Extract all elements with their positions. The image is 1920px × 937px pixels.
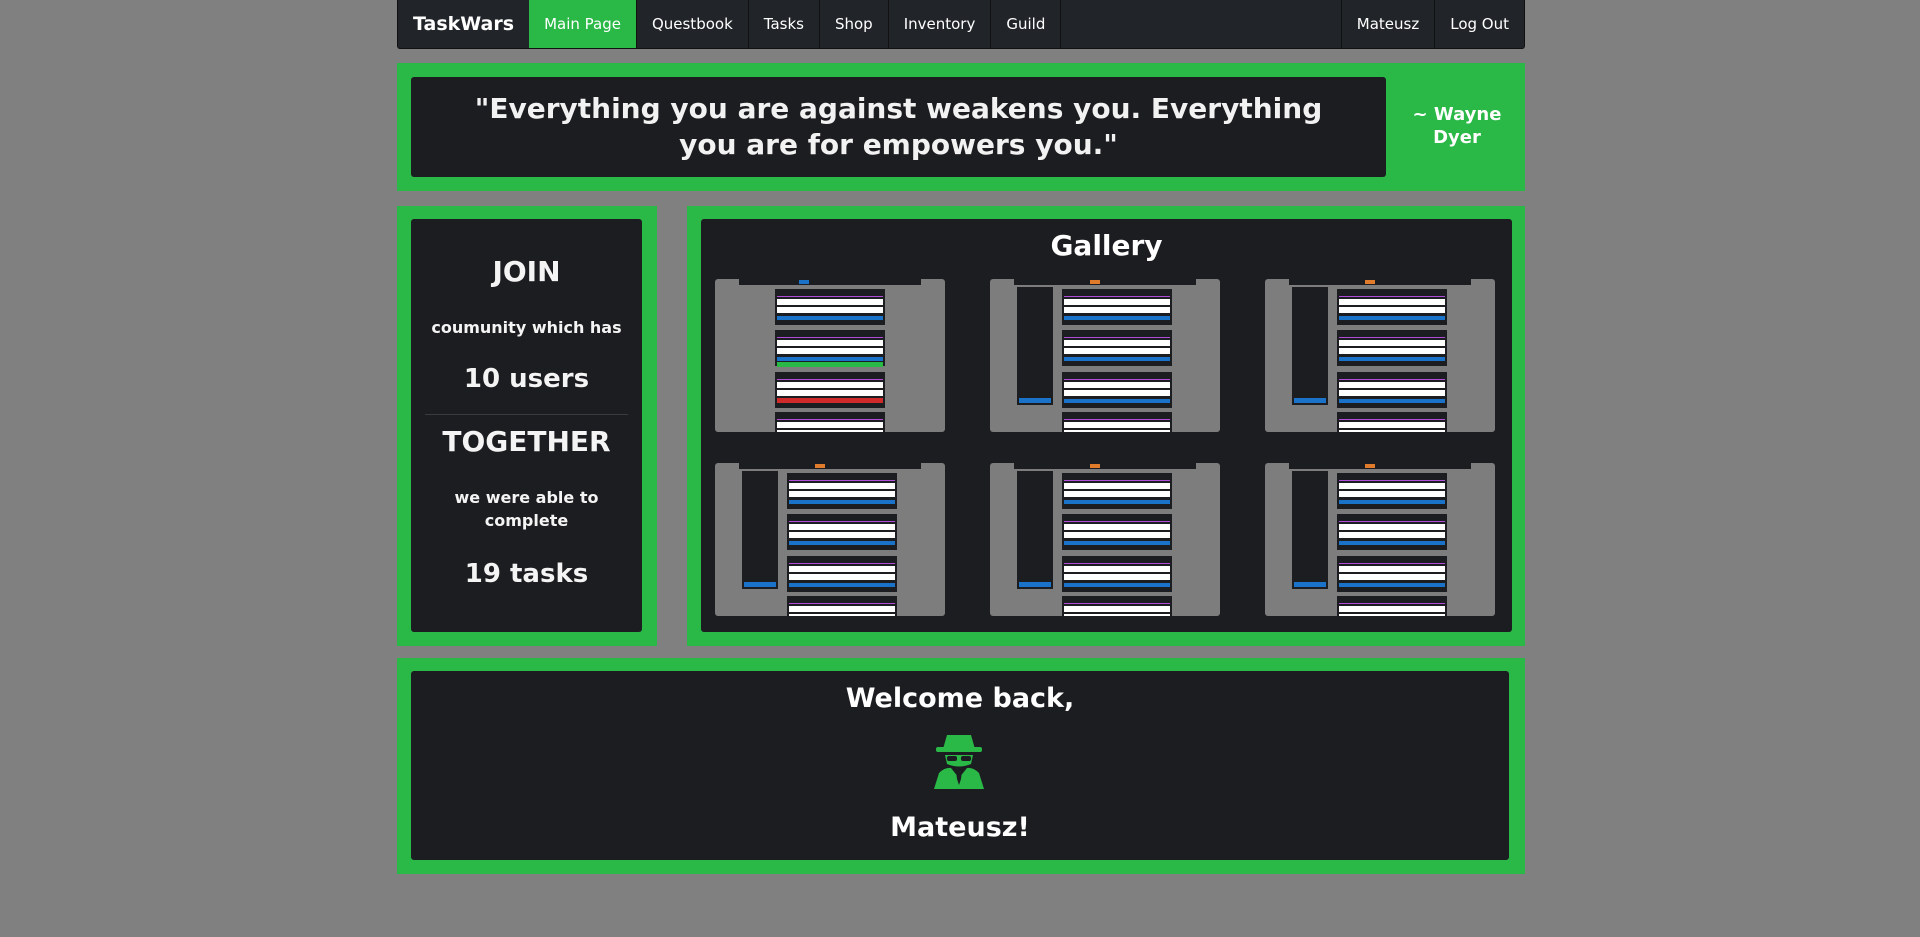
welcome-section: Welcome back, Mateusz! bbox=[397, 658, 1525, 874]
navbar-right: Mateusz Log Out bbox=[1340, 0, 1524, 48]
nav-questbook[interactable]: Questbook bbox=[637, 0, 749, 48]
nav-inventory[interactable]: Inventory bbox=[889, 0, 992, 48]
welcome-greeting: Welcome back, bbox=[845, 683, 1075, 714]
stats-section: JOIN coumunity which has 10 users TOGETH… bbox=[397, 206, 657, 646]
complete-text: we were able to complete bbox=[454, 488, 599, 530]
user-secret-icon bbox=[934, 735, 984, 789]
tasks-count: 19 tasks bbox=[464, 559, 589, 589]
nav-tasks[interactable]: Tasks bbox=[749, 0, 820, 48]
page-container: TaskWars Main Page Questbook Tasks Shop … bbox=[397, 0, 1525, 874]
join-heading: JOIN bbox=[492, 255, 561, 288]
quote-box: "Everything you are against weakens you.… bbox=[411, 77, 1386, 177]
stats-box: JOIN coumunity which has 10 users TOGETH… bbox=[411, 219, 642, 632]
community-text: coumunity which has bbox=[431, 318, 622, 337]
nav-guild[interactable]: Guild bbox=[991, 0, 1062, 48]
together-heading: TOGETHER bbox=[442, 425, 611, 458]
quote-text: "Everything you are against weakens you.… bbox=[474, 92, 1323, 161]
gallery-thumbnail[interactable] bbox=[1265, 279, 1495, 432]
gallery-thumbnail[interactable] bbox=[990, 463, 1220, 616]
brand-logo[interactable]: TaskWars bbox=[398, 0, 529, 48]
nav-shop[interactable]: Shop bbox=[820, 0, 889, 48]
users-count: 10 users bbox=[463, 364, 590, 394]
gallery-thumbnail[interactable] bbox=[715, 463, 945, 616]
gallery-section: Gallery bbox=[687, 206, 1525, 646]
navbar-spacer bbox=[1061, 0, 1340, 48]
stats-divider bbox=[425, 414, 628, 415]
gallery-thumbnail[interactable] bbox=[990, 279, 1220, 432]
quote-section: "Everything you are against weakens you.… bbox=[397, 63, 1525, 191]
nav-main-page[interactable]: Main Page bbox=[529, 0, 637, 48]
welcome-box: Welcome back, Mateusz! bbox=[411, 671, 1509, 860]
welcome-username: Mateusz! bbox=[890, 812, 1030, 843]
gallery-box: Gallery bbox=[701, 219, 1512, 632]
top-navbar: TaskWars Main Page Questbook Tasks Shop … bbox=[397, 0, 1525, 49]
nav-log-out[interactable]: Log Out bbox=[1434, 0, 1524, 48]
gallery-thumbnail[interactable] bbox=[1265, 463, 1495, 616]
gallery-title: Gallery bbox=[1050, 229, 1163, 262]
nav-user-profile[interactable]: Mateusz bbox=[1340, 0, 1434, 48]
quote-author: ~ Wayne Dyer bbox=[1412, 104, 1502, 148]
gallery-thumbnail[interactable] bbox=[715, 279, 945, 432]
